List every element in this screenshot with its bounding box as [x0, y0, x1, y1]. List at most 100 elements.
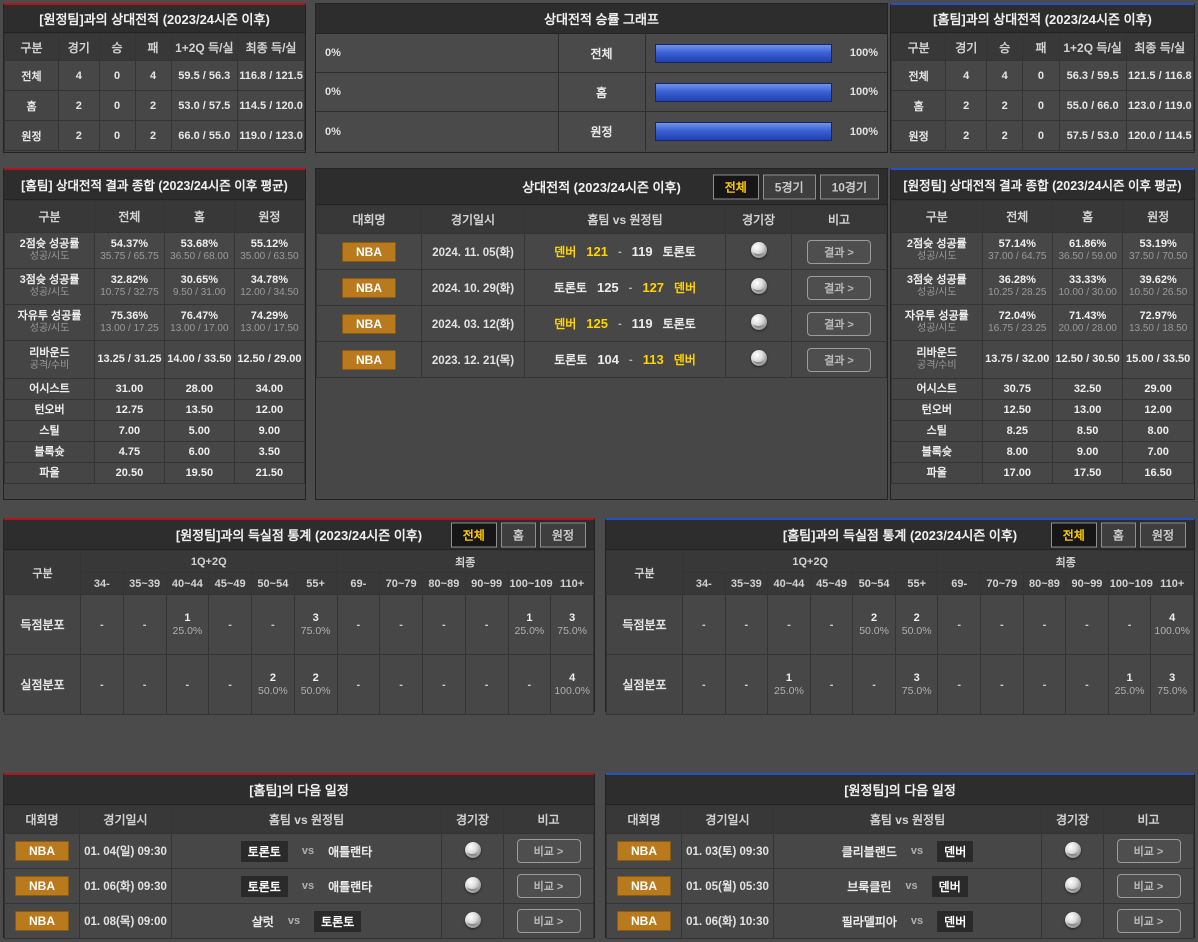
- home-team-name: 토론토: [554, 351, 587, 368]
- value-sub: 10.50 / 26.50: [1124, 287, 1192, 299]
- match-cell: 토론토125-127덴버: [525, 270, 726, 306]
- home-record-title: [홈팀]과의 상대전적 (2023/24시즌 이후): [891, 5, 1194, 33]
- tab-전체[interactable]: 전체: [713, 174, 759, 199]
- summary-value: 17.50: [1052, 463, 1122, 484]
- result-button[interactable]: 결과 >: [807, 348, 871, 372]
- game-date: 2023. 12. 21(목): [422, 342, 525, 378]
- league-cell: NBA: [317, 270, 422, 306]
- stadium-cell: [726, 342, 792, 378]
- value-main: 75.36%: [96, 310, 163, 323]
- tab-10경기[interactable]: 10경기: [820, 174, 879, 199]
- distribution-value: -: [81, 655, 124, 715]
- left-percent-label: 0%: [325, 126, 341, 138]
- summary-row: 어시스트30.7532.5029.00: [892, 379, 1194, 400]
- range-header: 69-: [938, 573, 981, 595]
- compare-button[interactable]: 비교 >: [1117, 839, 1181, 863]
- compare-button[interactable]: 비교 >: [517, 909, 581, 933]
- count-value: 1: [510, 611, 550, 625]
- distribution-value: -: [465, 655, 508, 715]
- winrate-row: 0%전체100%: [316, 34, 887, 73]
- record-value: 0: [99, 61, 135, 91]
- row-label: 전체: [5, 61, 59, 91]
- stadium-globe-icon[interactable]: [751, 242, 767, 258]
- right-bar-zone: 100%: [646, 112, 888, 151]
- match-line: 토론토104-113덴버: [526, 351, 724, 368]
- distribution-value: 125.0%: [166, 595, 209, 655]
- column-header: 경기: [59, 34, 100, 61]
- summary-value: 12.75: [95, 400, 165, 421]
- away-score: 113: [643, 352, 664, 367]
- note-cell: 결과 >: [792, 306, 887, 342]
- column-header: 경기일시: [80, 806, 172, 834]
- league-badge: NBA: [617, 911, 671, 931]
- count-value: 2: [897, 611, 937, 625]
- tab-홈[interactable]: 홈: [1101, 522, 1136, 547]
- column-header: 경기: [946, 34, 987, 61]
- compare-button[interactable]: 비교 >: [517, 874, 581, 898]
- column-header: 구분: [5, 201, 95, 233]
- column-header: 1+2Q 득/실: [171, 34, 238, 61]
- distribution-value: 125.0%: [508, 595, 551, 655]
- compare-button[interactable]: 비교 >: [1117, 874, 1181, 898]
- distribution-value: -: [81, 595, 124, 655]
- league-cell: NBA: [5, 834, 80, 869]
- summary-value: 55.12%35.00 / 63.50: [234, 233, 304, 269]
- away-team-name: 토론토: [663, 315, 696, 332]
- result-button[interactable]: 결과 >: [807, 240, 871, 264]
- tab-홈[interactable]: 홈: [501, 522, 536, 547]
- range-header: 35~39: [123, 573, 166, 595]
- stadium-globe-icon[interactable]: [751, 278, 767, 294]
- match-cell: 클리블랜드vs덴버: [774, 834, 1042, 869]
- stadium-globe-icon[interactable]: [465, 842, 481, 858]
- stadium-globe-icon[interactable]: [751, 350, 767, 366]
- range-header: 34-: [81, 573, 124, 595]
- row-label: 파울: [5, 463, 95, 484]
- schedule-row: NBA01. 05(월) 05:30브룩클린vs덴버비교 >: [607, 869, 1194, 904]
- distribution-value: 250.0%: [853, 595, 896, 655]
- record-value: 2: [987, 121, 1023, 151]
- row-label: 어시스트: [892, 379, 983, 400]
- value-main: 8.00: [1124, 425, 1192, 438]
- group-header: 1Q+2Q: [81, 551, 338, 573]
- tab-원정[interactable]: 원정: [540, 522, 586, 547]
- away-schedule-table: 대회명경기일시홈팀 vs 원정팀경기장비고NBA01. 03(토) 09:30클…: [606, 805, 1194, 939]
- result-button[interactable]: 결과 >: [807, 312, 871, 336]
- away-record-title: [원정팀]과의 상대전적 (2023/24시즌 이후): [4, 5, 305, 33]
- column-header: 구분: [892, 201, 983, 233]
- tab-5경기[interactable]: 5경기: [763, 174, 816, 199]
- summary-value: 7.00: [95, 421, 165, 442]
- stadium-cell: [726, 234, 792, 270]
- tab-원정[interactable]: 원정: [1140, 522, 1186, 547]
- value-main: 31.00: [96, 383, 163, 396]
- stadium-globe-icon[interactable]: [1065, 877, 1081, 893]
- stadium-globe-icon[interactable]: [1065, 842, 1081, 858]
- compare-button[interactable]: 비교 >: [1117, 909, 1181, 933]
- league-cell: NBA: [317, 342, 422, 378]
- value-main: 13.75 / 32.00: [984, 353, 1051, 366]
- header-row: 대회명경기일시홈팀 vs 원정팀경기장비고: [317, 206, 887, 234]
- summary-value: 13.75 / 32.00: [982, 341, 1052, 379]
- stadium-globe-icon[interactable]: [751, 314, 767, 330]
- compare-button[interactable]: 비교 >: [517, 839, 581, 863]
- record-value: 2: [59, 91, 100, 121]
- tab-전체[interactable]: 전체: [451, 522, 497, 547]
- away-scoring-tabs: 전체홈원정: [447, 522, 586, 547]
- record-value: 0: [1023, 91, 1059, 121]
- stadium-globe-icon[interactable]: [465, 912, 481, 928]
- tab-전체[interactable]: 전체: [1051, 522, 1097, 547]
- home-summary-title: [홈팀] 상대전적 결과 종합 (2023/24시즌 이후 평균): [4, 170, 305, 200]
- summary-value: 29.00: [1123, 379, 1194, 400]
- stadium-globe-icon[interactable]: [465, 877, 481, 893]
- schedule-row: NBA01. 08(목) 09:00샬럿vs토론토비교 >: [5, 904, 594, 939]
- home-team-name: 클리블랜드: [842, 843, 897, 860]
- value-sub: 37.00 / 64.75: [984, 251, 1051, 263]
- summary-value: 71.43%20.00 / 28.00: [1052, 305, 1122, 341]
- value-main: 20.50: [96, 467, 163, 480]
- stadium-globe-icon[interactable]: [1065, 912, 1081, 928]
- row-label-main: 2점슛 성공률: [6, 238, 93, 251]
- value-main: 71.43%: [1054, 310, 1121, 323]
- result-button[interactable]: 결과 >: [807, 276, 871, 300]
- range-header: 55+: [294, 573, 337, 595]
- summary-value: 9.00: [234, 421, 304, 442]
- game-row: NBA2023. 12. 21(목)토론토104-113덴버 결과 >: [317, 342, 887, 378]
